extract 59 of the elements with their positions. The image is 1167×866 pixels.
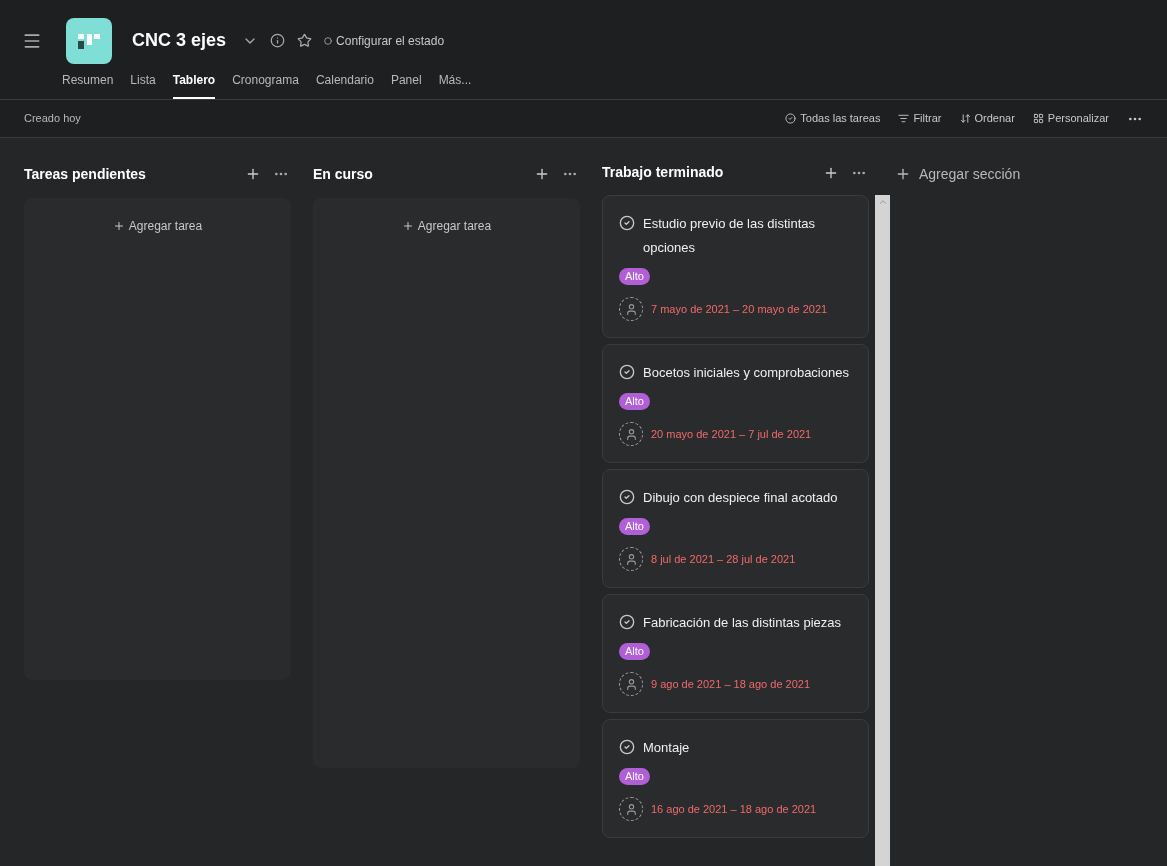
filter-icon <box>898 113 910 124</box>
task-card[interactable]: Bocetos iniciales y comprobaciones Alto 20 mayo de 2021 – 7 jul de 2021 <box>602 344 869 463</box>
add-task-button[interactable]: Agregar tarea <box>112 216 203 236</box>
task-card[interactable]: Estudio previo de las distintas opciones Alto 7 mayo de 2021 – 20 mayo de 2021 <box>602 195 869 338</box>
view-tab[interactable]: Calendario <box>315 71 374 99</box>
add-icon[interactable] <box>245 166 261 182</box>
task-name: Montaje <box>643 739 690 757</box>
complete-check-icon[interactable] <box>619 364 635 380</box>
task-name: Fabricación de las distintas piezas <box>643 614 841 632</box>
task-card[interactable]: Fabricación de las distintas piezas Alto 9 ago de 2021 – 18 ago de 2021 <box>602 594 869 713</box>
task-name: Dibujo con despiece final acotado <box>643 489 838 507</box>
created-label: Creado hoy <box>24 111 81 127</box>
due-date: 16 ago de 2021 – 18 ago de 2021 <box>651 802 817 817</box>
star-icon[interactable] <box>297 33 313 49</box>
column-title: Trabajo terminado <box>602 163 724 182</box>
plus-icon <box>112 220 125 232</box>
priority-tag: Alto <box>619 268 650 285</box>
task-card[interactable]: Dibujo con despiece final acotado Alto 8 jul de 2021 – 28 jul de 2021 <box>602 469 869 588</box>
add-section-button[interactable]: Agregar sección <box>895 162 1021 186</box>
project-title: CNC 3 ejes <box>132 29 227 53</box>
task-card[interactable]: Montaje Alto 16 ago de 2021 – 18 ago de 2021 <box>602 719 869 838</box>
plus-icon <box>401 220 414 232</box>
add-task-button[interactable]: Agregar tarea <box>401 216 492 236</box>
due-date: 20 mayo de 2021 – 7 jul de 2021 <box>651 427 812 442</box>
project-logo-icon <box>66 17 112 64</box>
complete-check-icon[interactable] <box>619 739 635 755</box>
view-tab[interactable]: Lista <box>130 71 156 99</box>
column-title: En curso <box>313 164 373 184</box>
task-name: Bocetos iniciales y comprobaciones <box>643 364 849 382</box>
toolbar-button[interactable]: Ordenar <box>959 110 1015 127</box>
tasks-icon <box>785 113 797 124</box>
priority-tag: Alto <box>619 768 650 785</box>
view-tab[interactable]: Tablero <box>172 71 216 99</box>
priority-tag: Alto <box>619 393 650 410</box>
customize-icon <box>1032 113 1044 124</box>
priority-tag: Alto <box>619 518 650 535</box>
complete-check-icon[interactable] <box>619 215 635 231</box>
info-icon[interactable] <box>270 33 286 49</box>
complete-check-icon[interactable] <box>619 614 635 630</box>
plus-icon <box>895 166 911 182</box>
column-title: Tareas pendientes <box>24 164 146 184</box>
scrollbar[interactable] <box>875 195 890 866</box>
task-name: Estudio previo de las distintas opciones <box>643 215 816 257</box>
complete-check-icon[interactable] <box>619 489 635 505</box>
due-date: 8 jul de 2021 – 28 jul de 2021 <box>651 552 796 567</box>
due-date: 9 ago de 2021 – 18 ago de 2021 <box>651 677 811 692</box>
due-date: 7 mayo de 2021 – 20 mayo de 2021 <box>651 302 828 317</box>
status-button[interactable]: Configurar el estado <box>324 31 445 50</box>
view-tab[interactable]: Resumen <box>62 71 114 99</box>
circle-icon <box>324 36 333 45</box>
toolbar-button[interactable]: Filtrar <box>898 110 942 127</box>
sort-icon <box>959 113 971 124</box>
toolbar-button[interactable]: Todas las tareas <box>785 110 881 127</box>
add-icon[interactable] <box>534 166 550 182</box>
priority-tag: Alto <box>619 643 650 660</box>
view-tab[interactable]: Cronograma <box>232 71 299 99</box>
view-tab[interactable]: Más... <box>438 71 472 99</box>
toolbar-button[interactable]: Personalizar <box>1032 110 1109 127</box>
view-tab[interactable]: Panel <box>390 71 422 99</box>
